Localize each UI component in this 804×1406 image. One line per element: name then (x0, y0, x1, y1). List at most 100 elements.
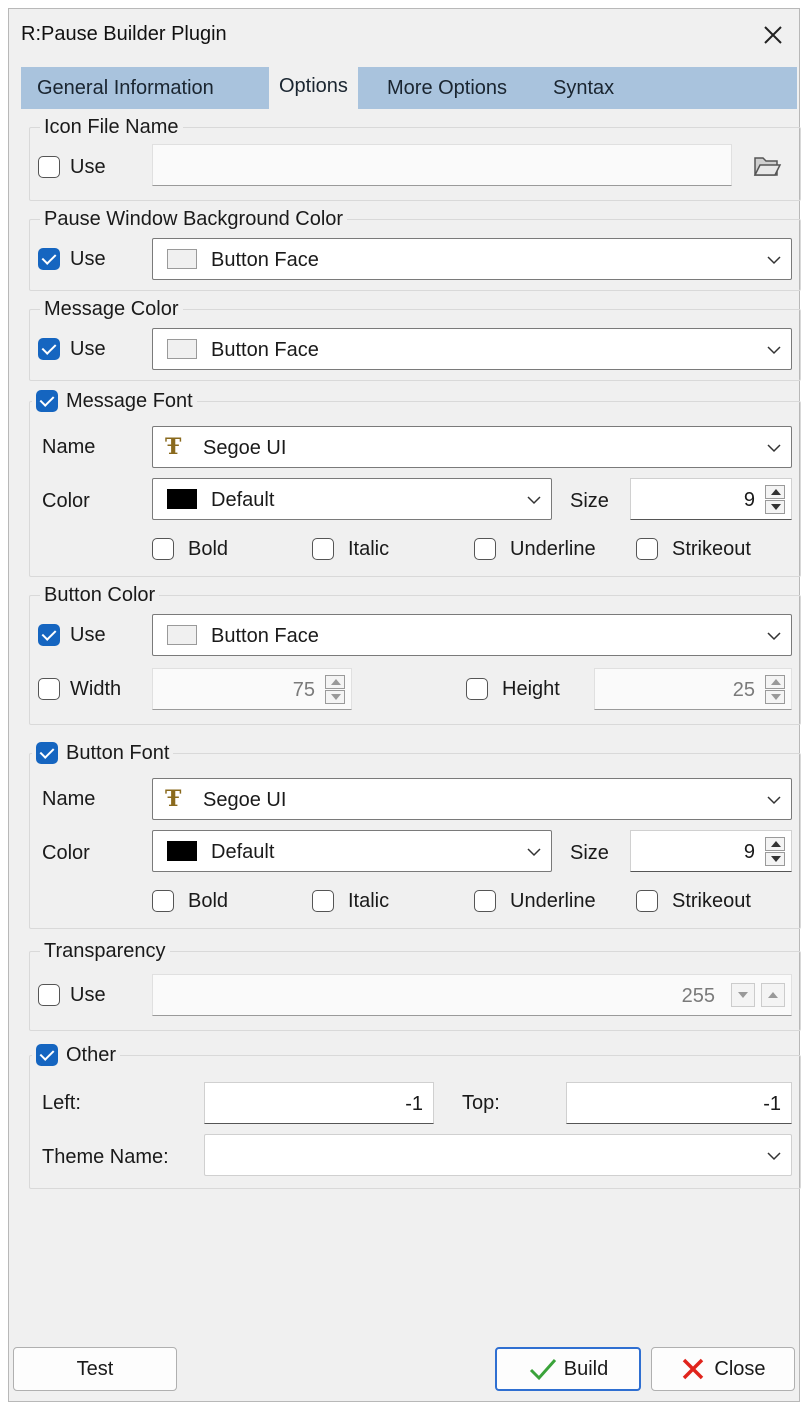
top-input[interactable]: -1 (566, 1082, 792, 1124)
button-font-name-value: Segoe UI (203, 789, 287, 811)
other-checkbox[interactable] (36, 1044, 58, 1066)
button-font-legend: Button Font (32, 740, 174, 766)
font-icon: Ŧ (165, 434, 182, 460)
test-button[interactable]: Test (13, 1347, 177, 1391)
strikeout-label: Strikeout (672, 538, 751, 560)
folder-open-icon[interactable] (752, 152, 782, 180)
underline-label: Underline (510, 538, 596, 560)
transparency-input[interactable]: 255 (152, 974, 792, 1016)
font-icon: Ŧ (165, 786, 182, 812)
tab-syntax[interactable]: Syntax (543, 67, 624, 109)
checkmark-icon (529, 1359, 556, 1381)
message-font-underline-checkbox[interactable] (474, 538, 496, 560)
message-font-size-input[interactable]: 9 (630, 478, 792, 520)
message-color-select[interactable]: Button Face (152, 328, 792, 370)
size-spinner[interactable] (765, 485, 785, 515)
button-color-use-checkbox[interactable] (38, 624, 60, 646)
message-font-strikeout-checkbox[interactable] (636, 538, 658, 560)
icon-file-use-checkbox[interactable] (38, 156, 60, 178)
italic-label: Italic (348, 890, 390, 912)
build-button[interactable]: Build (495, 1347, 641, 1391)
close-button[interactable]: Close (651, 1347, 795, 1391)
message-font-group: Message Font Name Ŧ Segoe UI Color Defau… (29, 388, 801, 577)
title-bar: R:Pause Builder Plugin (9, 9, 799, 63)
button-font-group: Button Font Name Ŧ Segoe UI Color Defaul… (29, 740, 801, 929)
button-font-checkbox[interactable] (36, 742, 58, 764)
other-legend: Other (32, 1042, 121, 1068)
color-swatch (167, 249, 197, 269)
dialog-window: R:Pause Builder Plugin General Informati… (8, 8, 801, 1402)
message-font-bold-checkbox[interactable] (152, 538, 174, 560)
close-button-label: Close (714, 1357, 766, 1380)
background-color-use-label: Use (70, 248, 106, 270)
build-button-label: Build (563, 1357, 609, 1380)
transparency-legend: Transparency (40, 938, 170, 964)
height-spinner[interactable] (765, 675, 785, 705)
button-color-select[interactable]: Button Face (152, 614, 792, 656)
message-color-use-checkbox[interactable] (38, 338, 60, 360)
theme-name-select[interactable] (204, 1134, 792, 1176)
other-group: Other Left: -1 Top: -1 Theme Name: (29, 1042, 801, 1189)
background-color-use-checkbox[interactable] (38, 248, 60, 270)
button-height-checkbox[interactable] (466, 678, 488, 700)
message-color-group: Message Color Use Button Face (29, 296, 801, 381)
button-font-name-select[interactable]: Ŧ Segoe UI (152, 778, 792, 820)
icon-file-use-label: Use (70, 156, 106, 178)
width-spinner[interactable] (325, 675, 345, 705)
message-font-checkbox[interactable] (36, 390, 58, 412)
message-font-color-select[interactable]: Default (152, 478, 552, 520)
background-color-legend: Pause Window Background Color (40, 206, 348, 232)
close-icon (683, 1358, 704, 1380)
message-font-legend: Message Font (32, 388, 197, 414)
bold-label: Bold (188, 538, 229, 560)
message-font-name-value: Segoe UI (203, 437, 287, 459)
transparency-decrease-button[interactable] (731, 983, 755, 1007)
button-width-label: Width (70, 678, 122, 700)
message-font-name-select[interactable]: Ŧ Segoe UI (152, 426, 792, 468)
tab-more-options[interactable]: More Options (377, 67, 517, 109)
message-color-use-label: Use (70, 338, 106, 360)
background-color-select[interactable]: Button Face (152, 238, 792, 280)
transparency-group: Transparency Use 255 (29, 938, 801, 1031)
tab-options[interactable]: Options (269, 65, 358, 109)
transparency-increase-button[interactable] (761, 983, 785, 1007)
color-swatch (167, 489, 197, 509)
size-spinner[interactable] (765, 837, 785, 867)
message-color-legend: Message Color (40, 296, 183, 322)
chevron-down-icon (767, 1152, 781, 1161)
chevron-down-icon (767, 444, 781, 453)
button-height-input[interactable]: 25 (594, 668, 792, 710)
button-font-color-select[interactable]: Default (152, 830, 552, 872)
color-swatch (167, 339, 197, 359)
transparency-use-checkbox[interactable] (38, 984, 60, 1006)
bold-label: Bold (188, 890, 229, 912)
top-label: Top: (462, 1092, 500, 1114)
background-color-group: Pause Window Background Color Use Button… (29, 206, 801, 291)
chevron-down-icon (527, 496, 541, 505)
button-font-size-label: Size (570, 842, 609, 864)
button-color-use-label: Use (70, 624, 106, 646)
button-font-bold-checkbox[interactable] (152, 890, 174, 912)
theme-name-label: Theme Name: (42, 1146, 169, 1168)
italic-label: Italic (348, 538, 390, 560)
message-font-size-label: Size (570, 490, 609, 512)
button-width-input[interactable]: 75 (152, 668, 352, 710)
chevron-down-icon (767, 796, 781, 805)
button-font-size-input[interactable]: 9 (630, 830, 792, 872)
color-swatch (167, 841, 197, 861)
tab-general-information[interactable]: General Information (27, 67, 224, 109)
button-font-underline-checkbox[interactable] (474, 890, 496, 912)
button-font-italic-checkbox[interactable] (312, 890, 334, 912)
left-label: Left: (42, 1092, 81, 1114)
background-color-value: Button Face (211, 249, 319, 271)
icon-file-input[interactable] (152, 144, 732, 186)
button-font-strikeout-checkbox[interactable] (636, 890, 658, 912)
transparency-use-label: Use (70, 984, 106, 1006)
left-input[interactable]: -1 (204, 1082, 434, 1124)
button-color-group: Button Color Use Button Face Width 75 He… (29, 582, 801, 725)
close-window-icon[interactable] (753, 15, 793, 55)
message-font-color-label: Color (42, 490, 90, 512)
message-font-italic-checkbox[interactable] (312, 538, 334, 560)
button-width-checkbox[interactable] (38, 678, 60, 700)
underline-label: Underline (510, 890, 596, 912)
